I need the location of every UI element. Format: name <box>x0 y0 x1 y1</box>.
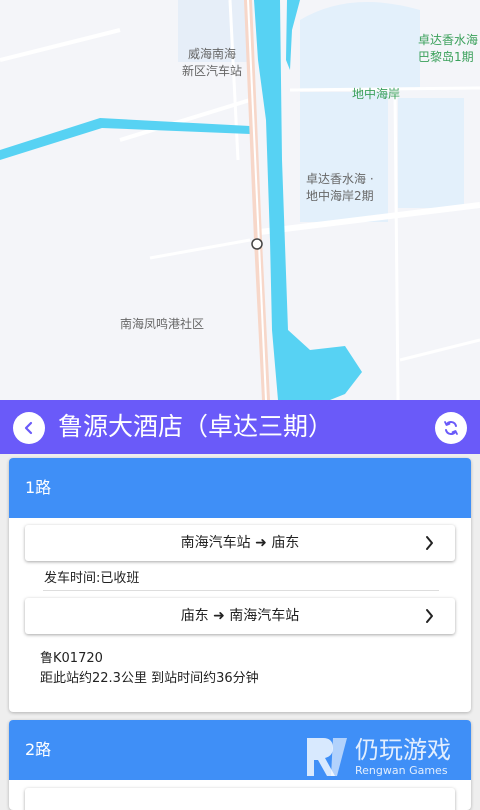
map-view[interactable]: 威海南海 新区汽车站 卓达香水海 巴黎岛1期 地中海岸 卓达香水海 · 地中海岸2期 … <box>0 0 480 400</box>
direction-button-3[interactable] <box>25 788 455 810</box>
map-label-zhuoda-2: 卓达香水海 · 地中海岸2期 <box>306 172 374 203</box>
station-header: 鲁源大酒店（卓达三期） <box>0 400 480 454</box>
refresh-icon <box>444 421 458 435</box>
map-label-dizhonghaian: 地中海岸 <box>352 87 401 101</box>
direction-label: 南海汽车站 ➜ 庙东 <box>180 535 300 551</box>
divider <box>43 590 439 591</box>
watermark-subtext: Rengwan Games <box>355 764 448 777</box>
map-label-station: 威海南海 新区汽车站 <box>182 47 243 78</box>
direction-button-2[interactable]: 庙东 ➜ 南海汽车站 <box>25 598 455 634</box>
direction-button-1[interactable]: 南海汽车站 ➜ 庙东 <box>25 525 455 561</box>
route-name: 1路 <box>9 458 471 518</box>
bus-arrival-info: 距此站约22.3公里 到站时间约36分钟 <box>40 671 259 686</box>
watermark-logo: 仍玩游戏 Rengwan Games <box>303 734 463 784</box>
rengwan-logo-icon <box>307 738 347 776</box>
route-card-1: 1路 南海汽车站 ➜ 庙东 发车时间:已收班 庙东 ➜ 南海汽车站 鲁K0172… <box>9 458 471 712</box>
direction-label: 庙东 ➜ 南海汽车站 <box>180 608 300 624</box>
back-button[interactable] <box>13 412 45 444</box>
chevron-right-icon <box>426 609 433 623</box>
chevron-right-icon <box>426 536 433 550</box>
refresh-button[interactable] <box>435 412 467 444</box>
page-title: 鲁源大酒店（卓达三期） <box>58 412 334 441</box>
watermark-text: 仍玩游戏 <box>355 736 451 764</box>
map-label-zhuoda-bali: 卓达香水海 巴黎岛1期 <box>418 33 479 64</box>
map-label-nanhai-community: 南海凤鸣港社区 <box>120 317 205 331</box>
departure-status: 发车时间:已收班 <box>44 571 140 586</box>
chevron-left-icon <box>24 421 33 435</box>
bus-plate: 鲁K01720 <box>40 651 103 666</box>
